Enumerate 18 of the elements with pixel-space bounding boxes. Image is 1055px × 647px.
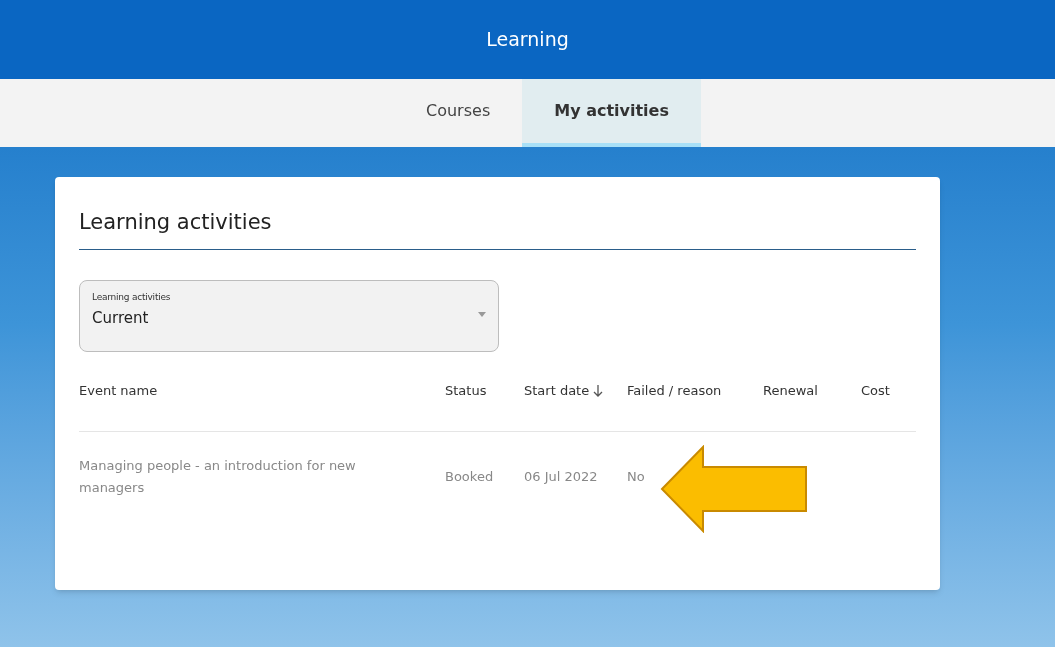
column-header[interactable]: Failed / reason xyxy=(627,381,722,401)
column-header[interactable]: Renewal xyxy=(763,381,818,401)
table-cell-text: Booked xyxy=(445,467,495,486)
dropdown-field[interactable]: Learning activities Current xyxy=(79,279,499,352)
tab[interactable]: My activities xyxy=(522,79,701,147)
table-cell-text: Managing people - an introduction for new managers xyxy=(79,456,357,497)
sort-down-icon[interactable] xyxy=(593,385,604,397)
column-header[interactable]: Event name xyxy=(79,381,158,401)
card-title: Learning activities xyxy=(79,207,916,250)
page-title: Learning xyxy=(486,27,569,53)
column-header[interactable]: Cost xyxy=(861,381,890,401)
table-cell-text: No xyxy=(627,467,646,486)
table-cell-text: 06 Jul 2022 xyxy=(524,467,599,486)
column-header[interactable]: Start date xyxy=(524,381,604,401)
tab[interactable]: Courses xyxy=(394,79,523,147)
arrow-icon xyxy=(660,445,808,533)
column-header[interactable]: Status xyxy=(445,381,487,401)
caret-icon xyxy=(478,311,486,317)
